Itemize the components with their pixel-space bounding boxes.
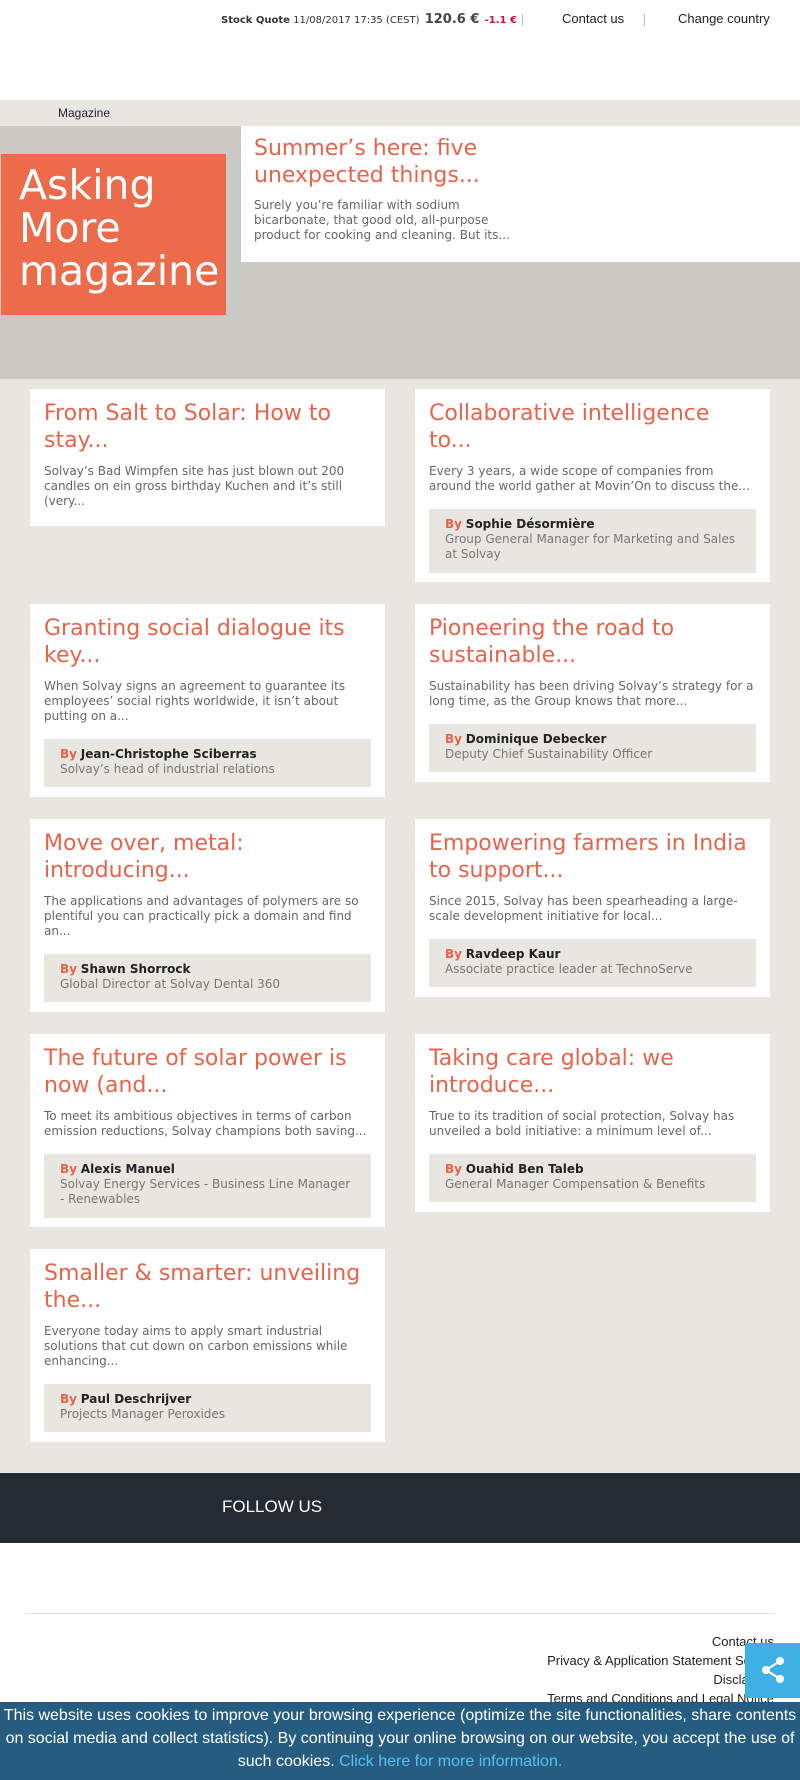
share-icon [762,1657,784,1683]
article-card[interactable]: Collaborative intelligence to... Every 3… [415,389,770,582]
author-box: By Dominique Debecker Deputy Chief Susta… [429,724,756,772]
author-box: By Sophie Désormière Group General Manag… [429,509,756,573]
stock-label: Stock Quote [221,15,290,26]
author-role: Solvay Energy Services - Business Line M… [60,1177,351,1206]
article-excerpt: The applications and advantages of polym… [44,894,359,938]
author-name: Shawn Shorrock [80,962,191,976]
author-name: Jean-Christophe Sciberras [80,747,257,761]
share-button[interactable] [745,1643,800,1698]
article-excerpt: Everyone today aims to apply smart indus… [44,1324,348,1368]
article-title[interactable]: From Salt to Solar: How to stay... [44,400,371,454]
cookie-more-info-link[interactable]: Click here for more information. [339,1753,562,1770]
article-card[interactable]: Granting social dialogue its key... When… [30,604,385,797]
footer-privacy-link[interactable]: Privacy & Application Statement Solvay [547,1653,774,1668]
article-title[interactable]: Granting social dialogue its key... [44,615,371,669]
author-box: By Shawn Shorrock Global Director at Sol… [44,954,371,1002]
article-card[interactable]: Smaller & smarter: unveiling the... Ever… [30,1249,385,1442]
by-label: By [60,962,77,976]
contact-link[interactable]: Contact us [562,11,624,26]
author-role: Solvay’s head of industrial relations [60,762,275,776]
article-excerpt: When Solvay signs an agreement to guaran… [44,679,346,723]
magazine-brand-block: Asking More magazine [1,154,226,315]
breadcrumb-magazine[interactable]: Magazine [58,106,110,120]
top-bar: Stock Quote 11/08/2017 17:35 (CEST) 120.… [0,0,800,100]
brand-line: magazine [19,247,220,295]
article-title[interactable]: Pioneering the road to sustainable... [429,615,756,669]
author-name: Dominique Debecker [465,732,607,746]
follow-us-bar: FOLLOW US [0,1473,800,1543]
article-excerpt: Sustainability has been driving Solvay’s… [429,679,754,708]
article-excerpt: To meet its ambitious objectives in term… [44,1109,367,1138]
brand-line: Asking [19,161,156,209]
follow-us-label: FOLLOW US [222,1497,323,1516]
by-label: By [60,1162,77,1176]
article-title[interactable]: Move over, metal: introducing... [44,830,371,884]
author-role: Group General Manager for Marketing and … [445,532,736,561]
stock-quote: Stock Quote 11/08/2017 17:35 (CEST) 120.… [221,12,517,27]
author-name: Paul Deschrijver [80,1392,192,1406]
change-country-link[interactable]: Change country [678,11,770,26]
article-grid: From Salt to Solar: How to stay... Solva… [0,379,800,1473]
brand-line: More [19,204,121,252]
footer-divider [26,1613,774,1614]
by-label: By [445,1162,462,1176]
divider [522,14,523,26]
author-box: By Jean-Christophe Sciberras Solvay’s he… [44,739,371,787]
featured-article[interactable]: Summer’s here: five unexpected things...… [241,126,800,262]
article-excerpt: Since 2015, Solvay has been spearheading… [429,894,738,923]
article-excerpt: True to its tradition of social protecti… [429,1109,735,1138]
author-box: By Ravdeep Kaur Associate practice leade… [429,939,756,987]
by-label: By [60,747,77,761]
by-label: By [60,1392,77,1406]
divider [644,14,645,26]
author-box: By Paul Deschrijver Projects Manager Per… [44,1384,371,1432]
article-title[interactable]: The future of solar power is now (and... [44,1045,371,1099]
author-role: General Manager Compensation & Benefits [445,1177,706,1191]
featured-title[interactable]: Summer’s here: five unexpected things... [254,135,554,189]
author-role: Deputy Chief Sustainability Officer [445,747,653,761]
article-card[interactable]: The future of solar power is now (and...… [30,1034,385,1227]
author-box: By Ouahid Ben Taleb General Manager Comp… [429,1154,756,1202]
featured-excerpt: Surely you’re familiar with sodium bicar… [254,198,510,242]
article-title[interactable]: Empowering farmers in India to support..… [429,830,756,884]
author-name: Ouahid Ben Taleb [465,1162,584,1176]
article-excerpt: Solvay’s Bad Wimpfen site has just blown… [44,464,345,508]
article-title[interactable]: Collaborative intelligence to... [429,400,756,454]
author-role: Global Director at Solvay Dental 360 [60,977,280,991]
by-label: By [445,517,462,531]
author-role: Associate practice leader at TechnoServe [445,962,693,976]
by-label: By [445,732,462,746]
stock-datetime: 11/08/2017 17:35 (CEST) [293,15,420,26]
by-label: By [445,947,462,961]
author-name: Ravdeep Kaur [465,947,561,961]
article-title[interactable]: Smaller & smarter: unveiling the... [44,1260,371,1314]
article-excerpt: Every 3 years, a wide scope of companies… [429,464,750,493]
author-name: Sophie Désormière [465,517,595,531]
article-card[interactable]: Empowering farmers in India to support..… [415,819,770,997]
article-title[interactable]: Taking care global: we introduce... [429,1045,756,1099]
author-box: By Alexis Manuel Solvay Energy Services … [44,1154,371,1218]
breadcrumb-bar: Magazine [0,100,800,126]
cookie-banner: This website uses cookies to improve you… [0,1702,800,1780]
author-name: Alexis Manuel [80,1162,175,1176]
stock-change: -1.1 € [484,15,517,26]
article-card[interactable]: Taking care global: we introduce... True… [415,1034,770,1212]
author-role: Projects Manager Peroxides [60,1407,226,1421]
article-card[interactable]: Move over, metal: introducing... The app… [30,819,385,1012]
hero: Asking More magazine Summer’s here: five… [0,126,800,379]
article-card[interactable]: Pioneering the road to sustainable... Su… [415,604,770,782]
stock-price: 120.6 € [424,12,480,27]
article-card[interactable]: From Salt to Solar: How to stay... Solva… [30,389,385,526]
